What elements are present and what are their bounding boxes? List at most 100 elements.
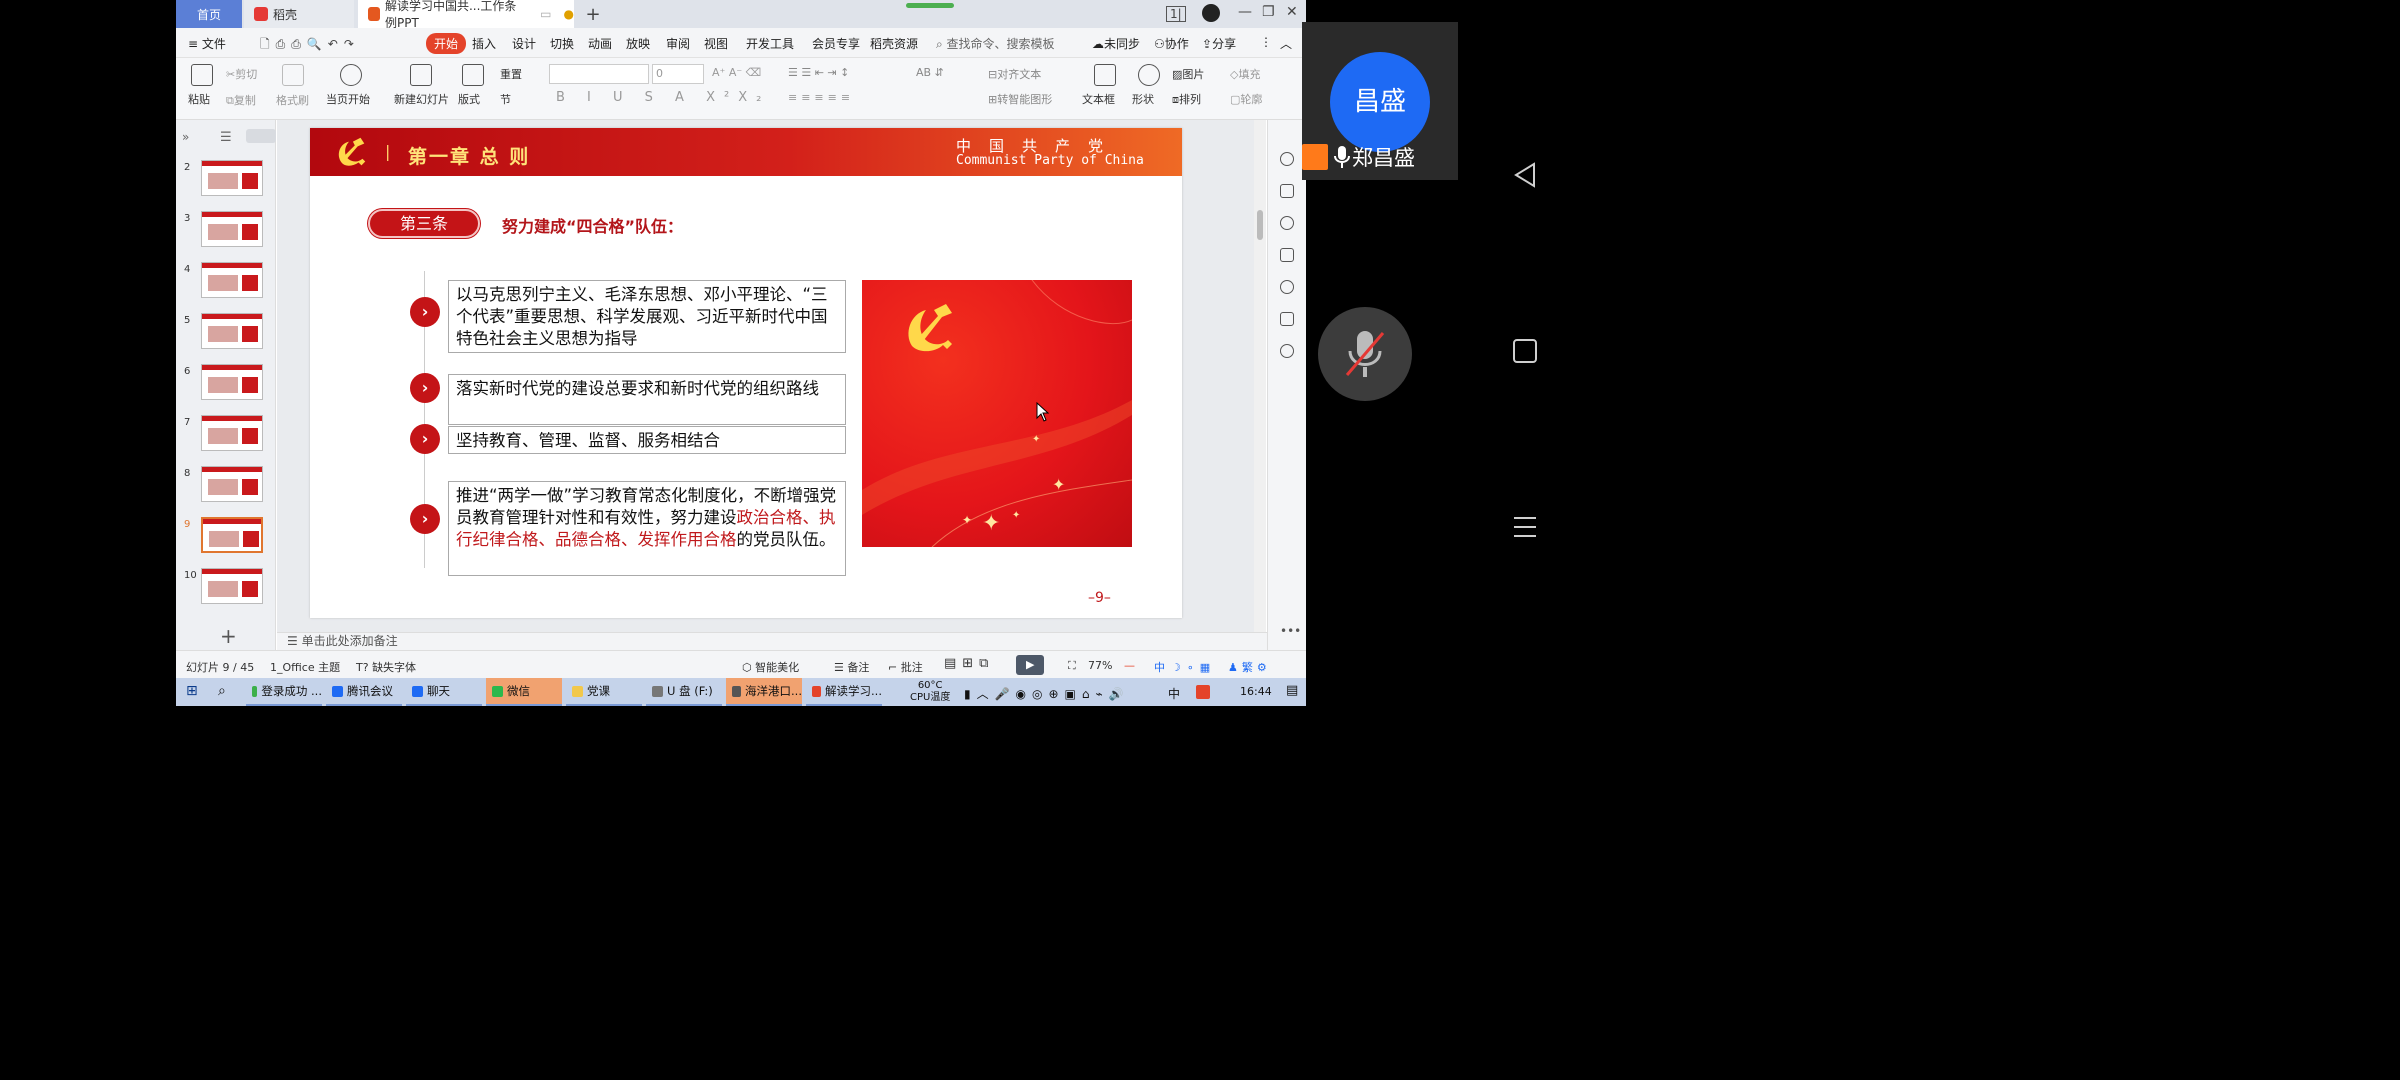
file-menu[interactable]: ≡ 文件 [188,35,226,52]
smart-beautify-button[interactable]: ⬡ 智能美化 [742,659,799,675]
menu-insert[interactable]: 插入 [472,35,496,52]
paste-icon[interactable] [191,64,213,86]
expand-panel-icon[interactable]: » [182,130,189,144]
picture-button[interactable]: ▨图片 [1172,66,1204,82]
shape-icon[interactable] [1138,64,1160,86]
minus-icon[interactable]: — [1124,659,1135,672]
slide-canvas[interactable]: | 第一章 总 则 中国共产党 Communist Party of China… [277,120,1257,632]
menu-animation[interactable]: 动画 [588,35,612,52]
shape-button[interactable]: 形状 [1132,91,1154,107]
format-painter-button[interactable]: 格式刷 [276,92,309,108]
ime-indicator[interactable]: 中 [1168,685,1180,702]
taskbar-app-0[interactable]: 登录成功 ... [246,678,322,706]
slide-thumbnail-7[interactable] [201,415,263,451]
tab-window-icon[interactable]: ▭ [540,7,551,21]
taskbar-app-7[interactable]: 解读学习... [806,678,882,706]
paragraph-align-icons[interactable]: ≡≡≡≡≡ [788,91,854,104]
wps-tray-icon[interactable] [1196,685,1210,699]
share-button[interactable]: ⇪分享 [1202,35,1236,52]
taskbar-app-6[interactable]: 海洋港口... [726,678,802,706]
scrollbar-thumb[interactable] [1257,210,1263,240]
ime-toolbar-icons[interactable]: 中☽∘▦ [1154,659,1216,675]
ime-extra-icons[interactable]: ♟繁⚙ [1228,659,1271,675]
vertical-scrollbar[interactable] [1254,120,1266,632]
slide-thumbnail-10[interactable] [201,568,263,604]
textbox-button[interactable]: 文本框 [1082,91,1115,107]
tab-docer[interactable]: 稻壳 [244,0,354,28]
list-icons[interactable]: ☰ ☰ ⇤ ⇥ ↕ [788,66,849,79]
textbox-icon[interactable] [1094,64,1116,86]
sliders-icon[interactable] [1280,184,1294,198]
cut-button[interactable]: ✂剪切 [226,66,257,82]
photo-icon[interactable] [1280,312,1294,326]
zoom-level[interactable]: 77% [1088,659,1112,672]
layout-button[interactable]: 版式 [458,91,480,107]
windows-start-icon[interactable]: ⊞ [186,683,198,699]
reset-button[interactable]: 重置 [500,66,522,82]
taskbar-app-1[interactable]: 腾讯会议 [326,678,402,706]
menu-design[interactable]: 设计 [512,35,536,52]
format-painter-icon[interactable] [282,64,304,86]
taskbar-app-4[interactable]: 党课 [566,678,642,706]
fit-window-icon[interactable]: ⛶ [1068,659,1076,673]
clock[interactable]: 16:44 [1240,685,1272,698]
text-direction-icons[interactable]: AB ⇵ [916,66,944,79]
slide-9[interactable]: | 第一章 总 则 中国共产党 Communist Party of China… [310,128,1182,618]
font-grow-shrink-icons[interactable]: A⁺ A⁻ ⌫ [712,66,761,79]
copy-button[interactable]: ⧉复制 [226,92,256,108]
new-slide-icon[interactable] [410,64,432,86]
new-tab-button[interactable]: + [578,0,608,28]
search-icon[interactable]: ⌕ [218,683,226,699]
view-mode-icons[interactable]: ▤⊞⧉ [944,656,994,671]
back-nav-icon[interactable] [1512,162,1538,188]
menu-start[interactable]: 开始 [426,33,467,54]
notes-button[interactable]: ☰ 备注 [834,659,869,675]
slide-thumbnail-4[interactable] [201,262,263,298]
star-icon[interactable] [1280,216,1294,230]
minimize-icon[interactable]: — [1238,4,1252,20]
slide-thumbnail-6[interactable] [201,364,263,400]
layout-icon[interactable]: 1| [1166,6,1186,22]
tab-document[interactable]: 解读学习中国共...工作条例PPT ▭ ● [358,0,574,30]
add-slide-button[interactable]: + [220,624,237,648]
collapse-ribbon-icon[interactable]: ︿ [1280,35,1292,52]
menu-developer[interactable]: 开发工具 [746,35,794,52]
slide-thumbnail-2[interactable] [201,160,263,196]
collab-button[interactable]: ⚇协作 [1154,35,1189,52]
slide-thumbnail-9[interactable] [201,517,263,553]
play-icon[interactable] [340,64,362,86]
menu-review[interactable]: 审阅 [666,35,690,52]
thumbnail-view-icon[interactable] [246,129,276,143]
menu-view[interactable]: 视图 [704,35,728,52]
taskbar-app-3[interactable]: 微信 [486,678,562,706]
taskbar-app-5[interactable]: U 盘 (F:) [646,678,722,706]
slide-thumbnail-8[interactable] [201,466,263,502]
smart-shape-button[interactable]: ⊞转智能图形 [988,91,1052,107]
slide-thumbnail-5[interactable] [201,313,263,349]
slide-thumbnail-3[interactable] [201,211,263,247]
close-icon[interactable]: ✕ [1286,4,1298,20]
location-icon[interactable] [1280,344,1294,358]
party-flag-image[interactable]: ✦ ✦ ✦ ✦ ✦ [862,280,1132,547]
menu-slideshow[interactable]: 放映 [626,35,650,52]
system-tray-icons[interactable]: ▮︿🎤◉◎⊕▣⌂⌁🔊 [964,685,1130,702]
participant-video-card[interactable]: 昌盛 郑昌盛 [1302,22,1458,180]
play-current-button[interactable]: 当页开始 [326,91,370,107]
notification-icon[interactable]: ▤ [1286,683,1298,698]
font-size-select[interactable]: 0 [652,64,704,84]
home-nav-icon[interactable] [1512,338,1538,364]
font-name-select[interactable] [549,64,649,84]
fill-button[interactable]: ◇填充 [1230,66,1260,82]
layout-icon[interactable] [462,64,484,86]
restore-icon[interactable]: ❐ [1262,4,1275,20]
quick-access-icons[interactable]: 🗋⎙⎙🔍↶↷ [260,35,360,56]
rocket-icon[interactable] [1280,152,1294,166]
transition-icon[interactable] [1280,248,1294,262]
mute-microphone-button[interactable] [1318,307,1412,401]
more-options-icon[interactable]: ••• [1280,624,1301,638]
notes-area[interactable]: ☰ 单击此处添加备注 [277,632,1267,650]
missing-font-button[interactable]: T? 缺失字体 [356,659,416,675]
new-slide-button[interactable]: 新建幻灯片 [394,91,449,107]
search-command-input[interactable]: ⌕ 查找命令、搜索模板 [936,35,1055,52]
user-avatar[interactable] [1202,4,1220,22]
